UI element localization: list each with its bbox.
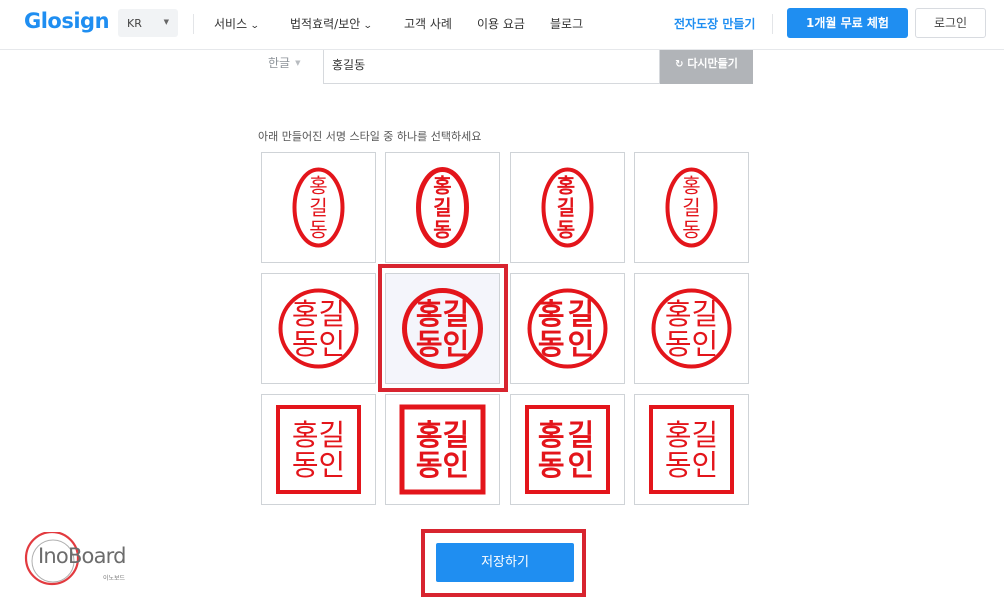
stamp-oval-icon: 홍길동 xyxy=(665,167,718,248)
watermark-text: InoBoard xyxy=(38,544,126,568)
stamp-text: 홍 xyxy=(557,174,578,198)
chevron-down-icon: ⌄ xyxy=(249,21,260,31)
stamp-text: 홍길 xyxy=(292,418,345,452)
stamp-circle-icon: 홍길동인 xyxy=(278,288,359,369)
stamp-text: 동 xyxy=(682,218,700,242)
login-button[interactable]: 로그인 xyxy=(915,8,986,38)
stamp-text: 길 xyxy=(557,196,578,220)
stamp-text: 홍길 xyxy=(292,297,345,331)
selected-stamp-highlight xyxy=(378,264,508,392)
stamp-text: 홍길 xyxy=(665,418,718,452)
stamp-text: 홍 xyxy=(433,174,451,198)
stamp-text: 홍길 xyxy=(665,297,718,331)
make-e-stamp-link[interactable]: 전자도장 만들기 xyxy=(674,15,755,32)
stamp-option[interactable]: 홍길 동인 xyxy=(634,273,749,384)
stamp-square-icon: 홍길동인 xyxy=(399,404,486,495)
stamp-oval-icon: 홍길동 xyxy=(416,167,469,248)
stamp-text: 길 xyxy=(682,196,700,220)
header-divider xyxy=(772,14,773,34)
script-select[interactable]: 한글 ▼ xyxy=(268,54,300,71)
top-navigation-bar: Glosign KR ▼ 서비스 ⌄ 법적효력/보안 ⌄ 고객 사례 이용 요금 블… xyxy=(0,0,1004,50)
stamp-text: 길 xyxy=(433,196,451,220)
stamp-text: 홍 xyxy=(682,174,700,198)
watermark-subtext: 이노보드 xyxy=(103,575,126,582)
nav-item-legal-security[interactable]: 법적효력/보안 ⌄ xyxy=(290,15,373,32)
stamp-circle-icon: 홍길동인 xyxy=(651,288,732,369)
stamp-option[interactable]: 홍길동 xyxy=(634,152,749,263)
stamp-text: 홍길 xyxy=(538,418,597,452)
stamp-oval-icon: 홍길동 xyxy=(541,167,594,248)
stamp-text: 동인 xyxy=(538,327,597,361)
name-input[interactable]: 홍길동 xyxy=(323,50,660,84)
stamp-text: 홍 xyxy=(309,174,327,198)
stamp-option[interactable]: 홍길 동인 xyxy=(261,273,376,384)
stamp-option[interactable]: 홍길 동인 xyxy=(510,394,625,505)
nav-item-customer-cases[interactable]: 고객 사례 xyxy=(404,15,452,32)
stamp-option[interactable]: 홍길 동인 xyxy=(385,394,500,505)
stamp-text: 동인 xyxy=(538,448,597,482)
regenerate-label: 다시만들기 xyxy=(687,57,738,70)
stamp-text: 홍길 xyxy=(538,297,597,331)
glosign-logo[interactable]: Glosign xyxy=(24,9,110,33)
stamp-square-icon: 홍길동인 xyxy=(276,405,361,494)
stamp-option[interactable]: 홍길동 xyxy=(510,152,625,263)
stamp-text: 동 xyxy=(309,218,327,242)
stamp-oval-icon: 홍길동 xyxy=(292,167,345,248)
caret-down-icon: ▼ xyxy=(295,59,301,67)
stamp-text: 동 xyxy=(433,218,451,242)
caret-down-icon: ▼ xyxy=(163,18,169,26)
stamp-text: 동인 xyxy=(416,448,469,482)
instruction-text: 아래 만들어진 서명 스타일 중 하나를 선택하세요 xyxy=(258,130,482,143)
stamp-option[interactable]: 홍길동 xyxy=(385,152,500,263)
stamp-text: 동인 xyxy=(292,327,345,361)
stamp-text: 동 xyxy=(557,218,578,242)
stamp-square-icon: 홍길동인 xyxy=(649,405,734,494)
stamp-option[interactable]: 홍길동 xyxy=(261,152,376,263)
free-trial-button[interactable]: 1개월 무료 체험 xyxy=(787,8,908,38)
stamp-text: 동인 xyxy=(665,327,718,361)
language-value: KR xyxy=(127,17,142,30)
stamp-text: 홍길 xyxy=(416,418,469,452)
script-select-value: 한글 xyxy=(268,56,291,70)
nav-item-blog[interactable]: 블로그 xyxy=(550,15,583,32)
save-button[interactable]: 저장하기 xyxy=(436,543,574,582)
header-divider xyxy=(193,14,194,34)
stamp-square-icon: 홍길동인 xyxy=(525,405,610,494)
nav-item-pricing[interactable]: 이용 요금 xyxy=(477,15,525,32)
stamp-text: 동인 xyxy=(665,448,718,482)
refresh-icon: ↻ xyxy=(675,59,684,70)
chevron-down-icon: ⌄ xyxy=(363,21,373,31)
nav-item-services[interactable]: 서비스 ⌄ xyxy=(214,15,260,32)
stamp-option[interactable]: 홍길 동인 xyxy=(634,394,749,505)
stamp-text: 길 xyxy=(309,196,327,220)
regenerate-button[interactable]: ↻ 다시만들기 xyxy=(660,50,753,84)
stamp-circle-icon: 홍길동인 xyxy=(527,288,608,369)
stamp-text: 동인 xyxy=(292,448,345,482)
language-selector[interactable]: KR ▼ xyxy=(118,9,178,37)
stamp-option[interactable]: 홍길 동인 xyxy=(510,273,625,384)
stamp-option[interactable]: 홍길 동인 xyxy=(261,394,376,505)
